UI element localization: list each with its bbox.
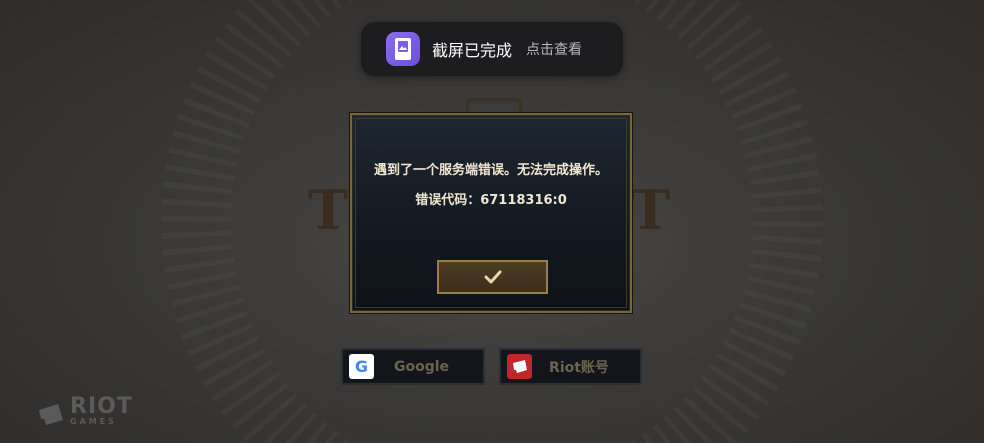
riot-fist-icon: [507, 354, 532, 379]
google-login-button[interactable]: G Google: [341, 348, 485, 385]
riot-games-logo: RIOT GAMES: [38, 396, 133, 426]
error-message: 遇到了一个服务端错误。无法完成操作。: [373, 163, 608, 178]
checkmark-icon: [484, 270, 501, 284]
riot-login-label: Riot账号: [549, 359, 609, 376]
riot-login-button[interactable]: Riot账号: [499, 348, 642, 385]
google-icon: G: [349, 354, 374, 379]
riot-wordmark: RIOT: [70, 394, 133, 419]
toast-view-link[interactable]: 点击查看: [526, 39, 582, 59]
toast-title: 截屏已完成: [432, 41, 513, 60]
error-code: 错误代码：67118316:0: [415, 193, 567, 208]
game-logo-right-fragment: T: [630, 178, 673, 242]
google-login-label: Google: [393, 358, 450, 375]
screenshot-icon: [386, 32, 420, 66]
riot-fist-logo-icon: [39, 404, 63, 425]
error-dialog: 遇到了一个服务端错误。无法完成操作。 错误代码：67118316:0: [350, 113, 632, 313]
confirm-button[interactable]: [437, 260, 548, 294]
game-logo-left-fragment: T: [308, 178, 351, 242]
riot-games-subtext: GAMES: [70, 417, 117, 426]
screenshot-toast[interactable]: 截屏已完成 点击查看: [361, 22, 623, 76]
